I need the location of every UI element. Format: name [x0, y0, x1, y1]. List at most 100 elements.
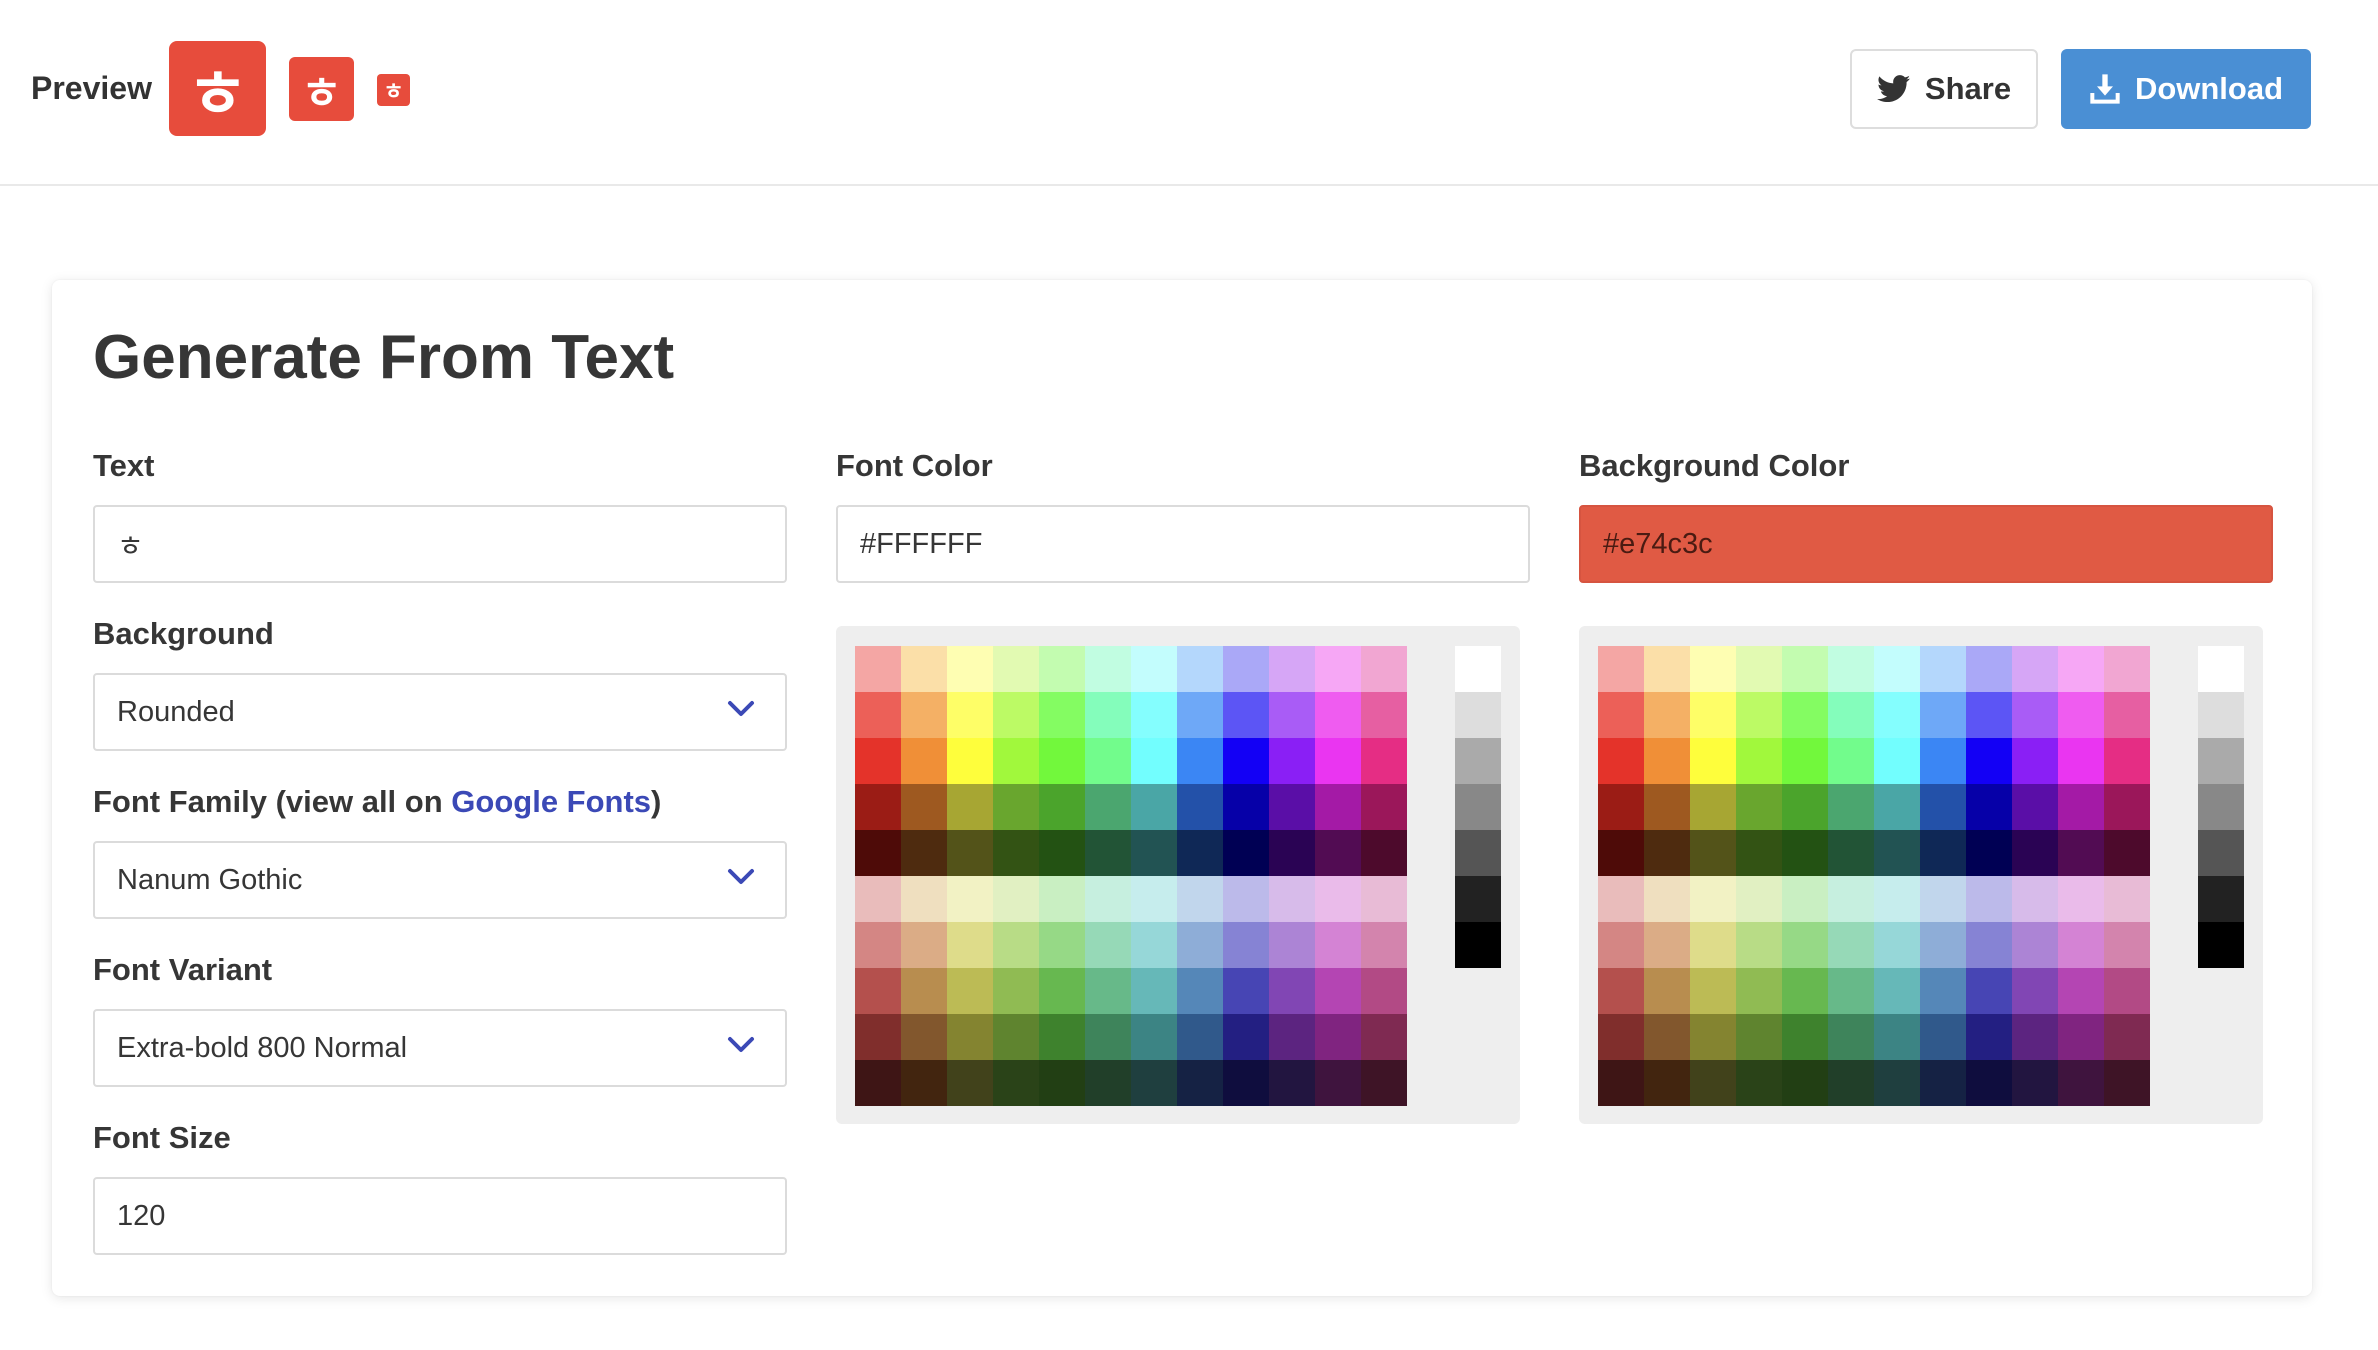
color-swatch[interactable]	[2012, 1014, 2058, 1060]
color-swatch[interactable]	[1085, 1060, 1131, 1106]
color-swatch[interactable]	[947, 876, 993, 922]
gray-swatch[interactable]	[1455, 922, 1501, 968]
color-swatch[interactable]	[855, 830, 901, 876]
color-swatch[interactable]	[1039, 692, 1085, 738]
color-swatch[interactable]	[947, 968, 993, 1014]
color-swatch[interactable]	[1644, 876, 1690, 922]
color-swatch[interactable]	[2012, 646, 2058, 692]
color-swatch[interactable]	[1039, 1014, 1085, 1060]
color-swatch[interactable]	[1085, 830, 1131, 876]
color-swatch[interactable]	[2012, 830, 2058, 876]
color-swatch[interactable]	[1131, 968, 1177, 1014]
color-swatch[interactable]	[1315, 830, 1361, 876]
color-swatch[interactable]	[1874, 968, 1920, 1014]
color-swatch[interactable]	[1782, 692, 1828, 738]
color-swatch[interactable]	[855, 922, 901, 968]
color-swatch[interactable]	[1361, 876, 1407, 922]
color-swatch[interactable]	[1598, 876, 1644, 922]
color-swatch[interactable]	[1315, 968, 1361, 1014]
color-swatch[interactable]	[1828, 1014, 1874, 1060]
color-swatch[interactable]	[1782, 738, 1828, 784]
color-swatch[interactable]	[901, 1014, 947, 1060]
color-swatch[interactable]	[1131, 1060, 1177, 1106]
color-swatch[interactable]	[1782, 1014, 1828, 1060]
color-swatch[interactable]	[1736, 830, 1782, 876]
color-swatch[interactable]	[1269, 876, 1315, 922]
color-swatch[interactable]	[901, 968, 947, 1014]
color-swatch[interactable]	[1782, 830, 1828, 876]
color-swatch[interactable]	[1690, 1014, 1736, 1060]
color-swatch[interactable]	[2012, 922, 2058, 968]
gray-swatch[interactable]	[2198, 738, 2244, 784]
color-swatch[interactable]	[855, 968, 901, 1014]
gray-swatch[interactable]	[2198, 692, 2244, 738]
color-swatch[interactable]	[1085, 922, 1131, 968]
color-swatch[interactable]	[855, 646, 901, 692]
color-swatch[interactable]	[1223, 968, 1269, 1014]
color-swatch[interactable]	[1223, 784, 1269, 830]
color-swatch[interactable]	[1315, 922, 1361, 968]
color-swatch[interactable]	[993, 1060, 1039, 1106]
color-swatch[interactable]	[1920, 1014, 1966, 1060]
color-swatch[interactable]	[1644, 784, 1690, 830]
color-swatch[interactable]	[1315, 738, 1361, 784]
color-swatch[interactable]	[901, 876, 947, 922]
color-swatch[interactable]	[2104, 1014, 2150, 1060]
color-swatch[interactable]	[901, 738, 947, 784]
gray-swatch[interactable]	[2198, 876, 2244, 922]
color-swatch[interactable]	[2104, 922, 2150, 968]
color-swatch[interactable]	[1966, 692, 2012, 738]
color-swatch[interactable]	[1828, 692, 1874, 738]
gray-swatch[interactable]	[1455, 784, 1501, 830]
color-swatch[interactable]	[1920, 784, 1966, 830]
color-swatch[interactable]	[993, 876, 1039, 922]
color-swatch[interactable]	[1828, 1060, 1874, 1106]
color-swatch[interactable]	[1269, 784, 1315, 830]
color-swatch[interactable]	[1920, 738, 1966, 784]
color-swatch[interactable]	[2104, 738, 2150, 784]
color-swatch[interactable]	[1039, 784, 1085, 830]
color-swatch[interactable]	[1177, 922, 1223, 968]
color-swatch[interactable]	[1223, 830, 1269, 876]
color-swatch[interactable]	[2058, 738, 2104, 784]
color-swatch[interactable]	[901, 830, 947, 876]
color-swatch[interactable]	[1644, 830, 1690, 876]
color-swatch[interactable]	[1966, 830, 2012, 876]
gray-swatch[interactable]	[2198, 784, 2244, 830]
color-swatch[interactable]	[993, 922, 1039, 968]
color-swatch[interactable]	[1690, 922, 1736, 968]
color-swatch[interactable]	[1736, 922, 1782, 968]
color-swatch[interactable]	[1874, 922, 1920, 968]
color-swatch[interactable]	[1690, 968, 1736, 1014]
color-swatch[interactable]	[993, 968, 1039, 1014]
color-swatch[interactable]	[1644, 692, 1690, 738]
color-swatch[interactable]	[1131, 738, 1177, 784]
color-swatch[interactable]	[901, 692, 947, 738]
font-family-select[interactable]: Nanum Gothic	[93, 841, 787, 919]
color-swatch[interactable]	[1598, 830, 1644, 876]
color-swatch[interactable]	[1920, 1060, 1966, 1106]
color-swatch[interactable]	[1131, 922, 1177, 968]
color-swatch[interactable]	[1874, 646, 1920, 692]
color-swatch[interactable]	[1131, 692, 1177, 738]
color-swatch[interactable]	[1598, 1060, 1644, 1106]
color-swatch[interactable]	[1269, 922, 1315, 968]
color-swatch[interactable]	[1874, 692, 1920, 738]
color-swatch[interactable]	[1920, 922, 1966, 968]
color-swatch[interactable]	[1920, 876, 1966, 922]
color-swatch[interactable]	[1644, 1060, 1690, 1106]
color-swatch[interactable]	[2058, 830, 2104, 876]
color-swatch[interactable]	[2058, 692, 2104, 738]
color-swatch[interactable]	[2104, 692, 2150, 738]
color-swatch[interactable]	[1644, 968, 1690, 1014]
color-swatch[interactable]	[1874, 784, 1920, 830]
color-swatch[interactable]	[1223, 646, 1269, 692]
color-swatch[interactable]	[1315, 646, 1361, 692]
color-swatch[interactable]	[1223, 922, 1269, 968]
font-size-input[interactable]: 120	[93, 1177, 787, 1255]
color-swatch[interactable]	[855, 784, 901, 830]
color-swatch[interactable]	[1131, 1014, 1177, 1060]
color-swatch[interactable]	[1177, 738, 1223, 784]
font-variant-select[interactable]: Extra-bold 800 Normal	[93, 1009, 787, 1087]
color-swatch[interactable]	[1966, 1060, 2012, 1106]
